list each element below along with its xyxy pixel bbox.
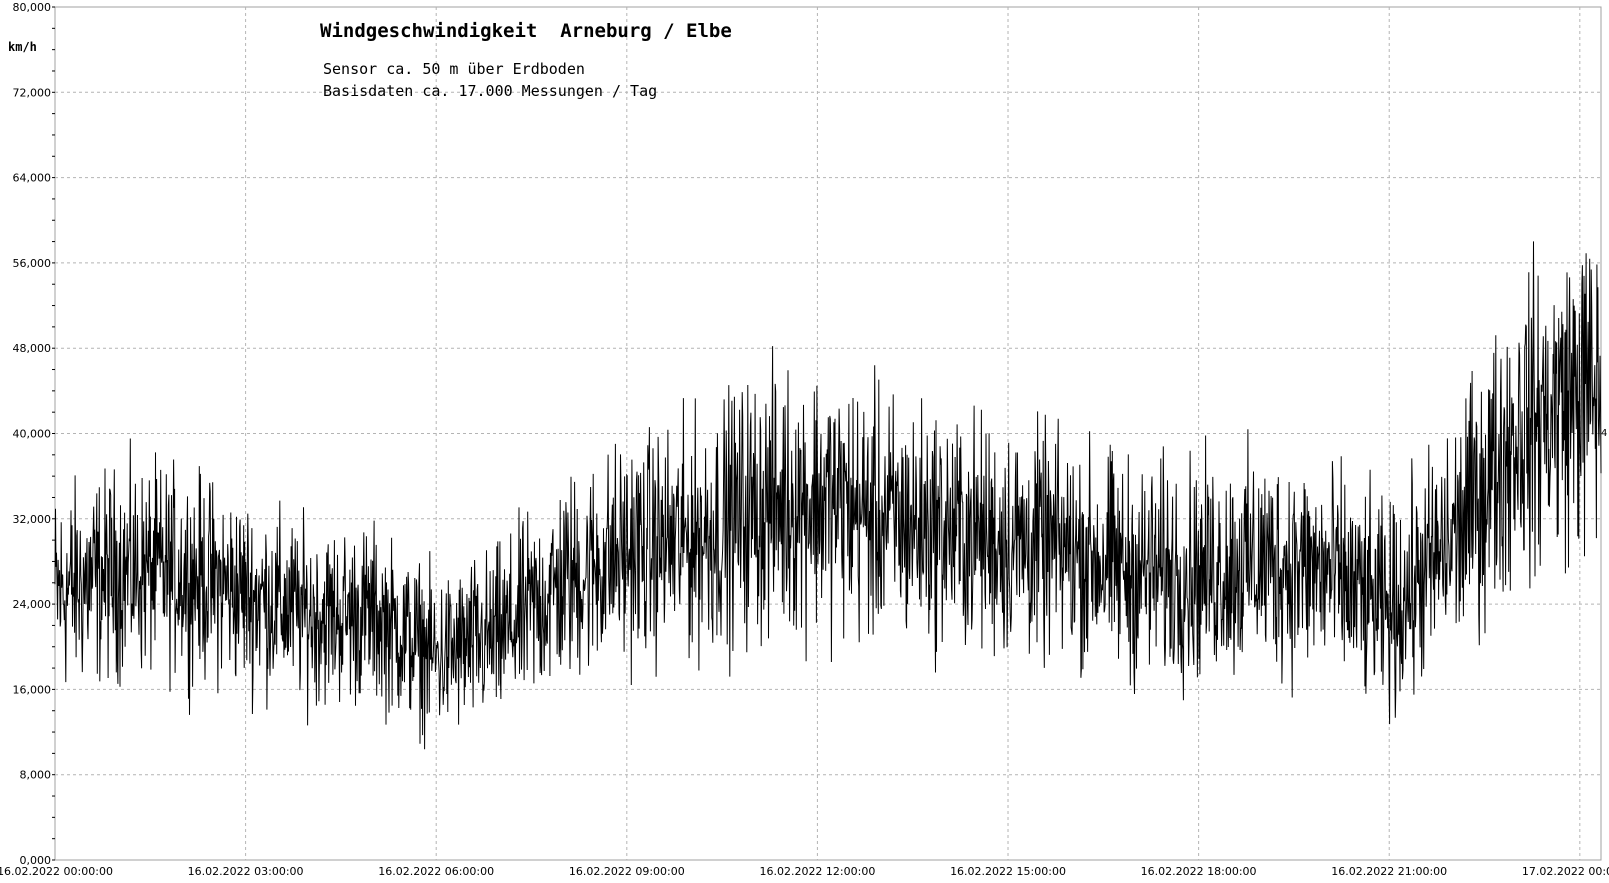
y-tick-label: 80,000 bbox=[13, 1, 52, 14]
y-tick-label: 24,000 bbox=[13, 598, 52, 611]
y-tick-label: 72,000 bbox=[13, 86, 52, 99]
x-tick-label: 17.02.2022 00:00:00 bbox=[1522, 865, 1609, 878]
x-tick-label: 16.02.2022 15:00:00 bbox=[950, 865, 1066, 878]
x-tick-label: 16.02.2022 06:00:00 bbox=[378, 865, 494, 878]
x-tick-label: 16.02.2022 12:00:00 bbox=[759, 865, 875, 878]
y-tick-label: 56,000 bbox=[13, 257, 52, 270]
right-edge-label: 4 bbox=[1601, 428, 1608, 439]
x-tick-label: 16.02.2022 09:00:00 bbox=[569, 865, 685, 878]
y-tick-label: 64,000 bbox=[13, 172, 52, 185]
chart-subtitle-basis: Basisdaten ca. 17.000 Messungen / Tag bbox=[323, 82, 658, 100]
minor-ticks bbox=[52, 6, 55, 861]
y-tick-label: 8,000 bbox=[20, 769, 52, 782]
y-tick-label: 40,000 bbox=[13, 428, 52, 441]
chart-subtitle-sensor: Sensor ca. 50 m über Erdboden bbox=[323, 60, 585, 78]
y-tick-labels: 0,0008,00016,00024,00032,00040,00048,000… bbox=[13, 1, 52, 867]
x-tick-label: 16.02.2022 18:00:00 bbox=[1141, 865, 1257, 878]
x-tick-label: 16.02.2022 00:00:00 bbox=[0, 865, 113, 878]
chart-title: Windgeschwindigkeit Arneburg / Elbe bbox=[320, 20, 732, 42]
y-axis-label: km/h bbox=[8, 40, 37, 54]
y-tick-label: 48,000 bbox=[13, 342, 52, 355]
y-tick-label: 32,000 bbox=[13, 513, 52, 526]
x-tick-label: 16.02.2022 03:00:00 bbox=[188, 865, 304, 878]
y-tick-label: 16,000 bbox=[13, 683, 52, 696]
x-tick-label: 16.02.2022 21:00:00 bbox=[1331, 865, 1447, 878]
wind-speed-chart: 0,0008,00016,00024,00032,00040,00048,000… bbox=[0, 1, 1609, 878]
x-tick-labels: 16.02.2022 00:00:00 16.02.2022 03:00:00 16… bbox=[0, 865, 1609, 878]
